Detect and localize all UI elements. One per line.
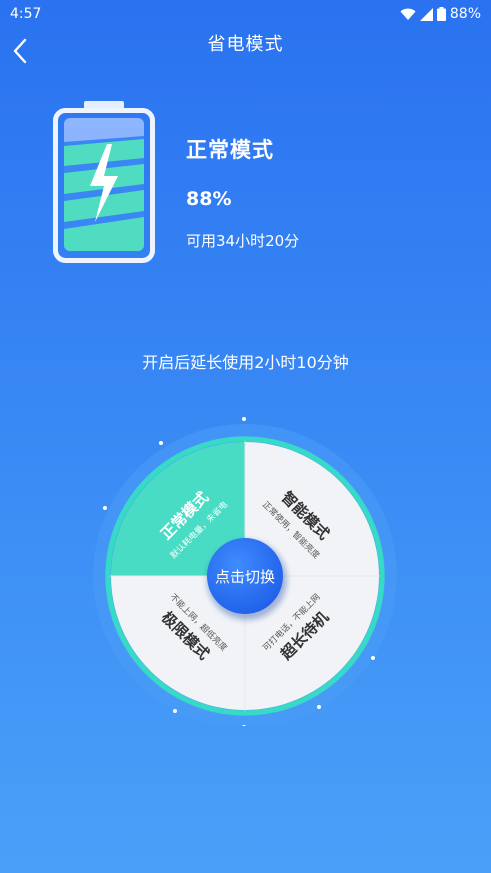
status-battery-percent: 88% [449, 6, 481, 22]
dial-dot [103, 506, 107, 510]
status-icons: 88% [400, 6, 481, 22]
battery-percent: 88% [186, 188, 232, 210]
dial-dot [173, 709, 177, 713]
current-mode-name: 正常模式 [186, 138, 274, 162]
switch-mode-label: 点击切换 [215, 568, 275, 586]
battery-charging-icon [53, 101, 155, 263]
dial-dot [159, 441, 163, 445]
signal-icon [419, 7, 433, 21]
title-bar: 省电模式 [0, 26, 491, 64]
page-title: 省电模式 [207, 34, 284, 55]
current-mode-info: 正常模式 88% 可用34小时20分 [186, 134, 299, 251]
switch-mode-button[interactable]: 点击切换 [207, 538, 283, 614]
dial-dot [242, 417, 246, 421]
wifi-icon [400, 8, 416, 20]
battery-illustration [52, 100, 156, 265]
status-bar: 4:57 88% [0, 0, 491, 28]
battery-status-icon [436, 7, 446, 21]
dial-dot [317, 705, 321, 709]
dial-dot [371, 656, 375, 660]
extend-note: 开启后延长使用2小时10分钟 [142, 353, 349, 372]
status-time: 4:57 [10, 6, 42, 22]
remaining-time: 可用34小时20分 [186, 232, 300, 250]
mode-dial: 正常模式 默认耗电量，未省电 智能模式 正常使用，智能亮度 可打电话，不能上网 … [87, 410, 403, 730]
